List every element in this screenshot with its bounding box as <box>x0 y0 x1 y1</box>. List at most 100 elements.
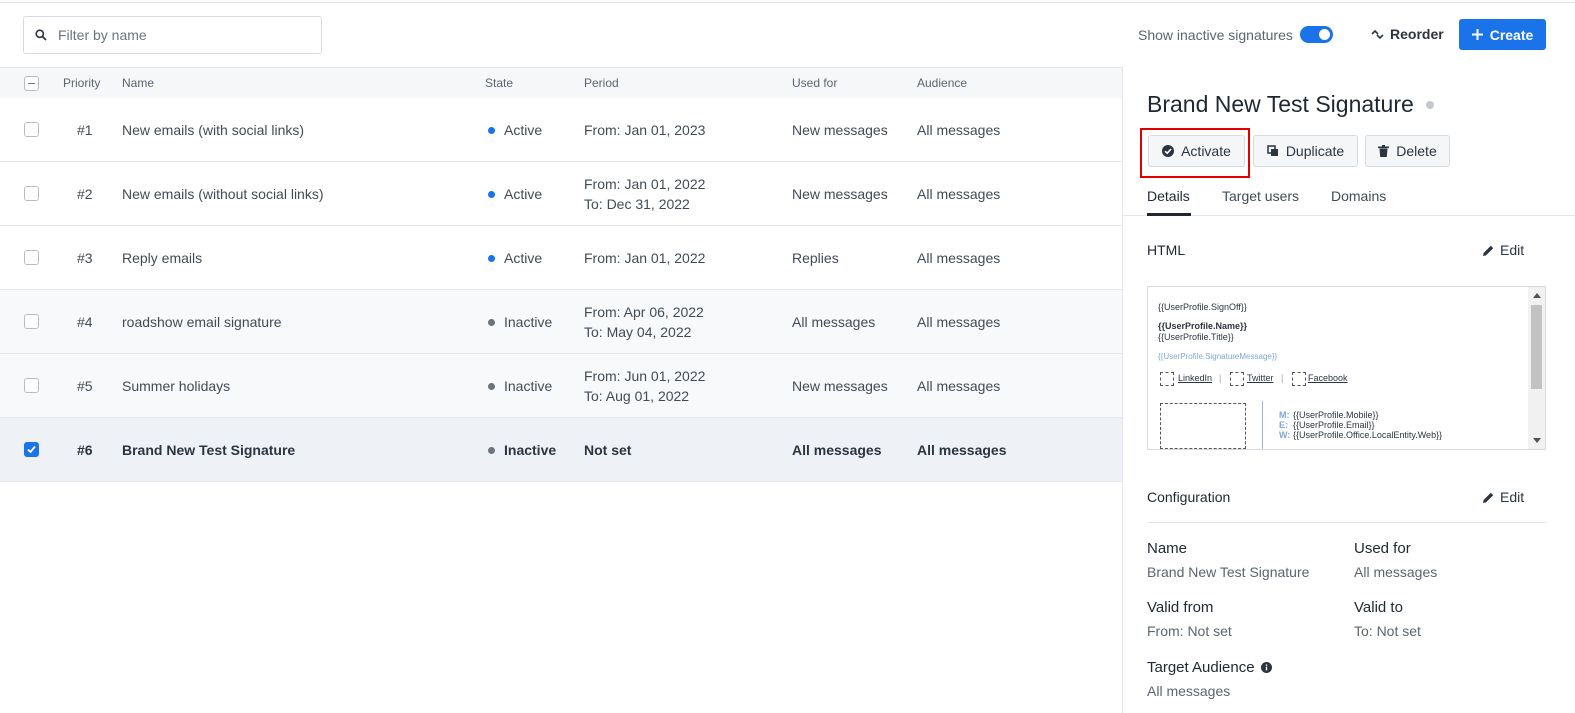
preview-signoff: {{UserProfile.SignOff}} <box>1158 302 1247 312</box>
table-row[interactable]: #1 New emails (with social links) Active… <box>0 98 1122 162</box>
row-checkbox[interactable] <box>24 122 39 137</box>
table-row[interactable]: #3 Reply emails Active From: Jan 01, 202… <box>0 226 1122 290</box>
header-priority[interactable]: Priority <box>63 76 100 90</box>
html-section-title: HTML <box>1147 242 1186 258</box>
edit-html-button[interactable]: Edit <box>1483 242 1524 258</box>
row-period: From: Jan 01, 2022 <box>584 250 706 266</box>
duplicate-label: Duplicate <box>1285 143 1345 159</box>
row-state: Inactive <box>488 312 552 332</box>
row-audience: All messages <box>917 250 1001 266</box>
row-state: Active <box>488 120 542 140</box>
row-period-from: From: Apr 06, 2022 <box>584 304 704 320</box>
config-valid-to-value: To: Not set <box>1354 623 1421 639</box>
duplicate-icon <box>1267 145 1278 156</box>
row-state-label: Inactive <box>504 314 553 330</box>
preview-scrollbar[interactable] <box>1528 287 1545 449</box>
preview-link-linkedin[interactable]: LinkedIn <box>1178 373 1212 383</box>
row-priority: #3 <box>77 250 93 266</box>
preview-contact-value: {{UserProfile.Email}} <box>1293 420 1375 430</box>
create-button[interactable]: Create <box>1459 19 1546 50</box>
header-state[interactable]: State <box>485 76 513 90</box>
preview-separator <box>1262 401 1263 449</box>
panel-title: Brand New Test Signature <box>1147 91 1434 118</box>
row-audience: All messages <box>917 442 1007 458</box>
row-period-to: To: May 04, 2022 <box>584 324 692 340</box>
row-audience: All messages <box>917 122 1001 138</box>
row-checkbox[interactable] <box>24 250 39 265</box>
create-label: Create <box>1489 26 1534 43</box>
config-valid-to-label: Valid to <box>1354 599 1403 616</box>
row-checkbox[interactable] <box>24 442 39 457</box>
active-tab-indicator <box>1147 213 1191 216</box>
header-used-for[interactable]: Used for <box>792 76 837 90</box>
tab-domains[interactable]: Domains <box>1331 188 1386 204</box>
preview-contact-label: W: <box>1279 430 1291 440</box>
checkmark-icon <box>27 445 36 454</box>
row-state: Inactive <box>488 440 556 460</box>
table-row[interactable]: #2 New emails (without social links) Act… <box>0 162 1122 226</box>
table-row[interactable]: #5 Summer holidays Inactive From: Jun 01… <box>0 354 1122 418</box>
html-preview[interactable]: {{UserProfile.SignOff}} {{UserProfile.Na… <box>1147 286 1546 450</box>
row-name[interactable]: roadshow email signature <box>122 312 282 332</box>
preview-link-twitter[interactable]: Twitter <box>1247 373 1274 383</box>
plus-icon <box>1471 29 1483 40</box>
row-period-from: From: Jan 01, 2022 <box>584 176 706 192</box>
row-name[interactable]: Brand New Test Signature <box>122 440 295 460</box>
row-name[interactable]: Summer holidays <box>122 376 230 396</box>
tab-target-users[interactable]: Target users <box>1222 188 1299 204</box>
scroll-down-arrow-icon[interactable] <box>1533 438 1541 443</box>
row-period: Not set <box>584 442 632 458</box>
config-target-audience-label: Target Audience <box>1147 659 1272 676</box>
scroll-up-arrow-icon[interactable] <box>1533 293 1541 298</box>
show-inactive-toggle[interactable] <box>1300 26 1333 43</box>
table-row[interactable]: #4 roadshow email signature Inactive Fro… <box>0 290 1122 354</box>
state-dot <box>488 318 495 326</box>
row-period: From: Jan 01, 2023 <box>584 122 706 138</box>
facebook-icon <box>1292 372 1306 386</box>
row-state-label: Active <box>504 186 543 202</box>
row-used-for: New messages <box>792 378 888 394</box>
row-priority: #6 <box>77 442 93 458</box>
config-used-for-value: All messages <box>1354 564 1438 580</box>
config-name-value: Brand New Test Signature <box>1147 564 1310 580</box>
row-state-label: Active <box>504 250 543 266</box>
signature-detail-panel: Brand New Test Signature Activate Duplic… <box>1122 67 1575 713</box>
config-target-audience-text: Target Audience <box>1147 659 1255 676</box>
show-inactive-label: Show inactive signatures <box>1138 27 1293 43</box>
duplicate-button[interactable]: Duplicate <box>1253 135 1358 167</box>
info-icon[interactable] <box>1260 662 1272 673</box>
row-checkbox[interactable] <box>24 378 39 393</box>
highlight-box <box>1140 128 1250 178</box>
reorder-button[interactable]: Reorder <box>1364 18 1446 50</box>
header-name[interactable]: Name <box>122 76 154 90</box>
scroll-thumb[interactable] <box>1531 305 1542 389</box>
filter-input[interactable] <box>56 17 316 53</box>
state-dot <box>488 126 495 134</box>
delete-button[interactable]: Delete <box>1365 135 1450 167</box>
edit-configuration-button[interactable]: Edit <box>1483 489 1524 505</box>
tab-details[interactable]: Details <box>1147 188 1190 204</box>
preview-link-facebook[interactable]: Facebook <box>1308 373 1348 383</box>
row-audience: All messages <box>917 314 1001 330</box>
edit-html-label: Edit <box>1500 242 1525 258</box>
pencil-icon <box>1483 492 1494 503</box>
header-period[interactable]: Period <box>584 76 619 90</box>
header-audience[interactable]: Audience <box>917 76 967 90</box>
row-name[interactable]: New emails (with social links) <box>122 120 304 140</box>
configuration-divider <box>1147 522 1546 523</box>
search-icon <box>35 29 47 41</box>
row-used-for: All messages <box>792 314 876 330</box>
filter-by-name-field[interactable] <box>23 16 322 54</box>
row-priority: #5 <box>77 378 93 394</box>
preview-contact-label: M: <box>1279 410 1290 420</box>
row-name[interactable]: New emails (without social links) <box>122 184 324 204</box>
row-priority: #4 <box>77 314 93 330</box>
row-checkbox[interactable] <box>24 186 39 201</box>
row-name[interactable]: Reply emails <box>122 248 202 268</box>
config-name-label: Name <box>1147 540 1188 557</box>
row-checkbox[interactable] <box>24 314 39 329</box>
table-row-selected[interactable]: #6 Brand New Test Signature Inactive Not… <box>0 418 1122 482</box>
reorder-label: Reorder <box>1390 26 1444 42</box>
config-valid-from-value: From: Not set <box>1147 623 1232 639</box>
select-all-checkbox[interactable] <box>24 76 39 91</box>
